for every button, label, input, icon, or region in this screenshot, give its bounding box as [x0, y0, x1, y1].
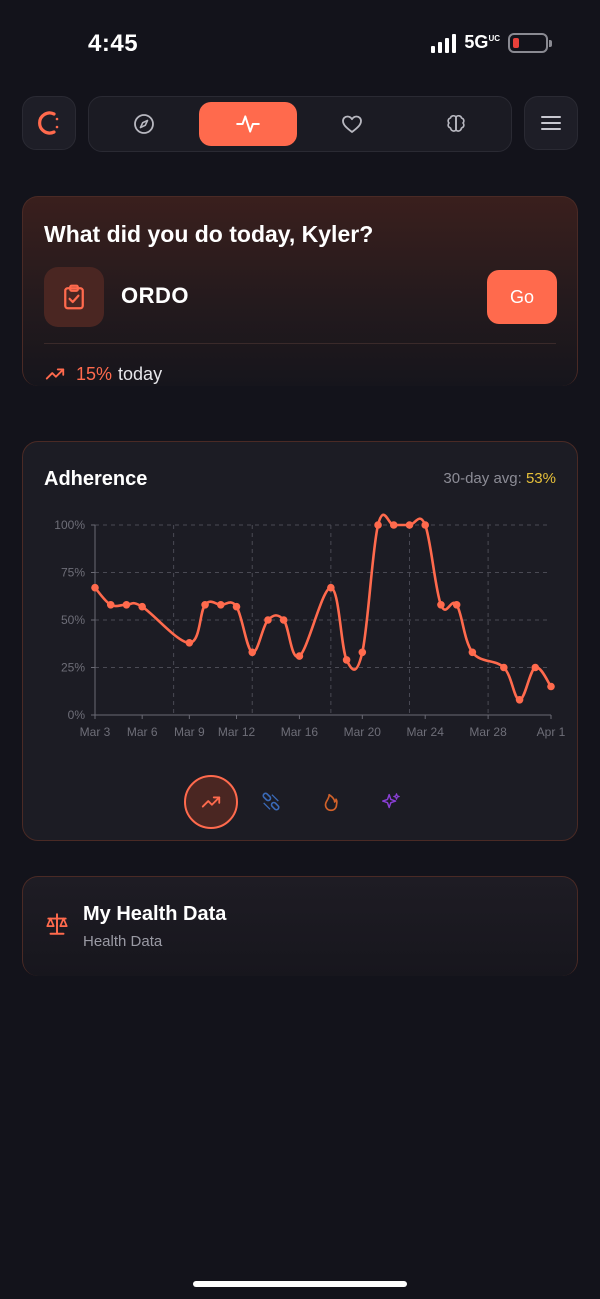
tab-explore[interactable]	[95, 102, 193, 146]
data-point	[122, 601, 131, 609]
y-tick-label: 50%	[61, 613, 85, 627]
mode-streak-button[interactable]	[304, 775, 358, 829]
adherence-title: Adherence	[44, 468, 148, 490]
data-point	[405, 521, 414, 529]
chart-mode-selector	[23, 775, 577, 829]
logo-icon	[38, 111, 59, 135]
data-point	[500, 663, 508, 672]
menu-button[interactable]	[524, 96, 578, 150]
compass-icon	[134, 114, 154, 134]
x-tick-label: Mar 12	[218, 725, 256, 739]
menu-icon	[541, 116, 561, 130]
status-time: 4:45	[88, 30, 139, 57]
data-point	[327, 583, 335, 592]
x-tick-label: Mar 9	[174, 725, 205, 739]
data-point	[437, 601, 445, 609]
adherence-card: Adherence 30-day avg: 53% 0% 25% 50% 75% 100…	[22, 441, 578, 841]
x-tick-label: Mar 3	[80, 725, 111, 739]
health-data-card[interactable]: My Health Data Health Data	[22, 876, 578, 976]
trend-percent: 15%	[76, 363, 113, 384]
data-point	[342, 656, 351, 664]
y-tick-label: 75%	[61, 566, 85, 580]
data-point	[374, 521, 382, 529]
scale-icon	[46, 913, 68, 935]
data-point	[138, 602, 146, 611]
sparkles-icon	[382, 793, 400, 809]
today-item-name: ORDO	[121, 283, 189, 308]
logo-button[interactable]	[22, 96, 76, 150]
data-point	[185, 639, 194, 647]
data-point	[279, 616, 288, 624]
health-subtitle: Health Data	[83, 933, 163, 950]
data-point	[106, 601, 115, 609]
x-tick-label: Apr 1	[537, 725, 566, 739]
clipboard-check-button[interactable]	[44, 267, 104, 327]
data-point	[232, 602, 241, 611]
data-point	[248, 648, 257, 657]
trend-up-icon	[45, 368, 65, 380]
data-point	[468, 648, 477, 657]
data-point	[421, 521, 430, 529]
tab-mind[interactable]	[407, 102, 505, 146]
adherence-average: 30-day avg: 53%	[443, 470, 556, 487]
x-tick-label: Mar 24	[407, 725, 445, 739]
go-button[interactable]: Go	[487, 270, 557, 324]
today-title: What did you do today, Kyler?	[44, 221, 374, 247]
x-tick-label: Mar 6	[127, 725, 158, 739]
pills-icon	[262, 792, 280, 811]
battery-icon	[508, 32, 552, 53]
data-point	[531, 663, 540, 672]
data-point	[295, 652, 304, 660]
tab-favorites[interactable]	[303, 102, 401, 146]
heart-icon	[342, 115, 362, 133]
nav-tab-bar	[88, 96, 512, 152]
y-tick-label: 100%	[54, 518, 85, 532]
network-label: 5GUC	[464, 32, 500, 52]
y-tick-label: 25%	[61, 661, 85, 675]
data-point	[264, 616, 272, 624]
divider	[44, 343, 556, 344]
tab-activity[interactable]	[199, 102, 297, 146]
today-card: What did you do today, Kyler? ORDO Go 15…	[22, 196, 578, 386]
data-point	[358, 648, 367, 657]
data-point	[515, 696, 524, 704]
mode-insights-button[interactable]	[364, 775, 418, 829]
home-indicator[interactable]	[193, 1281, 407, 1287]
health-title: My Health Data	[83, 903, 227, 925]
data-point	[201, 601, 209, 609]
data-point	[216, 601, 225, 609]
x-tick-label: Mar 28	[469, 725, 507, 739]
adherence-chart: 0% 25% 50% 75% 100% Mar 3 Mar 6 Mar 9 Mar 12 Mar …	[54, 513, 566, 739]
today-trend: 15% today	[44, 363, 162, 385]
status-bar: 4:45 5GUC	[0, 0, 600, 90]
trend-up-icon	[201, 796, 221, 808]
data-point	[389, 521, 398, 529]
series-line	[93, 513, 553, 702]
y-tick-label: 0%	[68, 708, 86, 722]
mode-pills-button[interactable]	[244, 775, 298, 829]
brain-icon	[447, 114, 465, 132]
status-indicators: 5GUC	[431, 32, 552, 53]
flame-icon	[324, 793, 338, 812]
data-point	[452, 601, 461, 609]
mode-trend-button[interactable]	[184, 775, 238, 829]
x-tick-label: Mar 20	[344, 725, 382, 739]
top-navigation	[22, 96, 578, 152]
x-tick-label: Mar 16	[281, 725, 319, 739]
clipboard-check-icon	[64, 284, 84, 310]
data-point	[91, 583, 99, 592]
trend-label: today	[118, 363, 163, 384]
signal-icon	[431, 33, 457, 53]
data-point	[547, 682, 555, 691]
activity-icon	[236, 115, 260, 133]
